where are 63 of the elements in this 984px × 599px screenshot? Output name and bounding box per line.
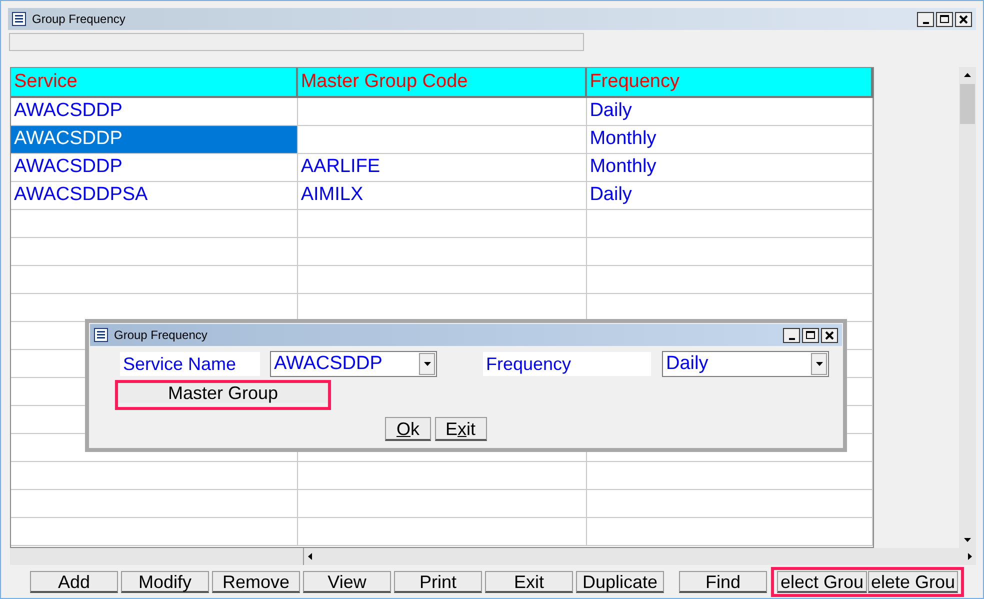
window-menu-icon[interactable]: [94, 328, 108, 342]
toolbar-button[interactable]: Print: [394, 571, 482, 593]
table-cell[interactable]: AWACSDDPSA: [11, 182, 298, 210]
toolbar-button[interactable]: elect Grou: [777, 571, 867, 593]
dialog-title: Group Frequency: [114, 327, 208, 344]
caret-icon: [424, 362, 430, 366]
table-cell[interactable]: AWACSDDP: [11, 126, 298, 154]
table-cell[interactable]: [586, 490, 873, 518]
close-icon: [825, 330, 834, 340]
table-cell[interactable]: [11, 210, 298, 238]
table-cell[interactable]: [298, 462, 587, 490]
dialog-button[interactable]: Ok: [385, 417, 430, 441]
table-cell[interactable]: Daily: [586, 182, 873, 210]
table-cell[interactable]: AWACSDDP: [11, 154, 298, 182]
table-cell[interactable]: [586, 518, 873, 546]
scroll-thumb[interactable]: [960, 84, 975, 124]
toolbar-button[interactable]: View: [303, 571, 391, 593]
table-cell[interactable]: AIMILX: [298, 182, 587, 210]
table-cell[interactable]: [298, 266, 587, 294]
close-icon: [959, 14, 968, 24]
field-label: Service Name: [120, 352, 260, 376]
table-cell[interactable]: Monthly: [586, 154, 873, 182]
table-cell[interactable]: [11, 518, 298, 546]
table-cell[interactable]: [586, 266, 873, 294]
close-button[interactable]: [821, 328, 838, 342]
toolbar-button[interactable]: Exit: [485, 571, 573, 593]
toolbar-button[interactable]: elete Grou: [868, 571, 958, 593]
table-cell[interactable]: Daily: [586, 98, 873, 126]
dialog-button[interactable]: Exit: [434, 417, 487, 441]
table-cell[interactable]: [586, 462, 873, 490]
table-cell[interactable]: [298, 210, 587, 238]
toolbar-button[interactable]: Add: [30, 571, 118, 593]
vertical-scrollbar[interactable]: [959, 67, 976, 548]
dropdown[interactable]: Daily: [662, 351, 829, 377]
table-cell[interactable]: [298, 238, 587, 266]
toolbar-button[interactable]: Find: [679, 571, 767, 593]
caret-icon: [816, 362, 822, 366]
table-cell[interactable]: [11, 462, 298, 490]
window-title: Group Frequency: [32, 11, 126, 28]
table-cell[interactable]: [298, 98, 587, 126]
horizontal-scrollbar[interactable]: [303, 548, 976, 565]
close-button[interactable]: [955, 12, 972, 26]
table-cell[interactable]: [298, 126, 587, 154]
minimize-button[interactable]: [783, 328, 800, 342]
table-cell[interactable]: [11, 490, 298, 518]
maximize-button[interactable]: [802, 328, 819, 342]
table-cell[interactable]: [11, 266, 298, 294]
table-cell[interactable]: Monthly: [586, 126, 873, 154]
toolbar-button[interactable]: Modify: [121, 571, 209, 593]
table-cell[interactable]: [298, 490, 587, 518]
table-cell[interactable]: [298, 518, 587, 546]
table-cell[interactable]: [586, 238, 873, 266]
table-cell[interactable]: AARLIFE: [298, 154, 587, 182]
master-group-button[interactable]: Master Group: [118, 383, 328, 403]
toolbar-button[interactable]: Duplicate: [576, 571, 664, 593]
window-menu-icon[interactable]: [12, 12, 26, 26]
toolbar-button[interactable]: Remove: [212, 571, 300, 593]
dropdown[interactable]: AWACSDDP: [270, 351, 437, 377]
maximize-button[interactable]: [936, 12, 953, 26]
field-label: Frequency: [483, 352, 651, 376]
table-cell[interactable]: [11, 238, 298, 266]
minimize-button[interactable]: [917, 12, 934, 26]
table-cell[interactable]: [586, 210, 873, 238]
